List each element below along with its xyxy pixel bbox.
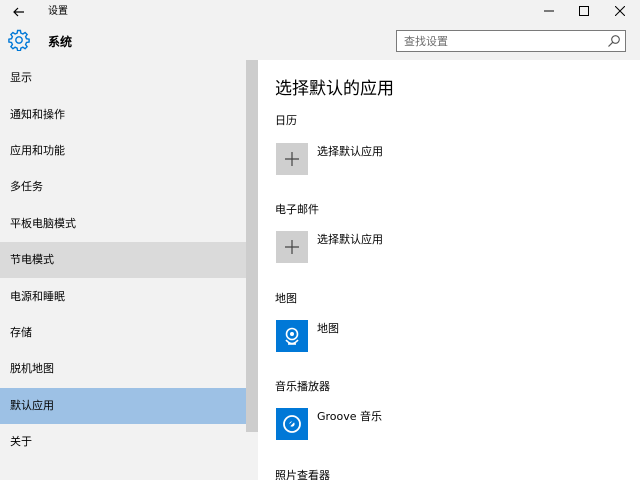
content-title: 选择默认的应用 [275,79,394,99]
search-icon[interactable] [607,34,621,48]
email-app-tile[interactable] [276,231,308,263]
sidebar-item-label: 关于 [10,435,32,448]
section-label-maps: 地图 [275,292,297,305]
sidebar-item-power-sleep[interactable]: 电源和睡眠 [0,279,246,315]
section-label-calendar: 日历 [275,114,297,127]
section-label-email: 电子邮件 [275,203,319,216]
close-icon[interactable] [600,0,640,24]
sidebar-item-label: 多任务 [10,180,43,193]
sidebar-item-label: 节电模式 [10,253,54,266]
sidebar-item-multitasking[interactable]: 多任务 [0,169,246,205]
sidebar-scrollbar[interactable] [246,60,258,432]
plus-icon [285,240,299,254]
sidebar: 显示 通知和操作 应用和功能 多任务 平板电脑模式 节电模式 电源和睡眠 存储 … [0,60,258,480]
window-title: 设置 [48,6,68,17]
sidebar-item-label: 电源和睡眠 [10,290,65,303]
sidebar-item-offline-maps[interactable]: 脱机地图 [0,351,246,387]
sidebar-item-label: 默认应用 [10,399,54,412]
maximize-icon[interactable] [564,0,604,24]
music-app-name[interactable]: Groove 音乐 [317,409,382,425]
back-arrow-icon[interactable] [8,2,30,22]
maps-app-name[interactable]: 地图 [317,321,339,337]
sidebar-item-notifications[interactable]: 通知和操作 [0,97,246,133]
sidebar-item-about[interactable]: 关于 [0,424,246,460]
plus-icon [285,152,299,166]
sidebar-item-label: 平板电脑模式 [10,217,76,230]
gear-icon [8,29,30,51]
sidebar-item-tablet-mode[interactable]: 平板电脑模式 [0,206,246,242]
sidebar-item-label: 存储 [10,326,32,339]
sidebar-item-label: 脱机地图 [10,362,54,375]
sidebar-item-battery-saver[interactable]: 节电模式 [0,242,246,278]
maps-app-tile[interactable] [276,320,308,352]
section-label-photo-viewer: 照片查看器 [275,469,330,480]
section-label-music-player: 音乐播放器 [275,380,330,393]
music-app-tile[interactable] [276,408,308,440]
minimize-icon[interactable] [529,0,569,24]
page-title: 系统 [48,35,73,49]
settings-header: 系统 查找设置 [0,24,640,60]
search-input[interactable]: 查找设置 [396,30,626,52]
maps-icon [285,327,299,345]
sidebar-item-display[interactable]: 显示 [0,60,246,96]
sidebar-item-apps-features[interactable]: 应用和功能 [0,133,246,169]
main-content: 选择默认的应用 日历 选择默认应用 电子邮件 选择默认应用 地图 地图 音乐播放… [258,60,640,480]
calendar-app-name[interactable]: 选择默认应用 [317,144,383,160]
email-app-name[interactable]: 选择默认应用 [317,232,383,248]
calendar-app-tile[interactable] [276,143,308,175]
title-bar: 设置 [0,0,640,24]
sidebar-item-label: 显示 [10,71,32,84]
sidebar-item-storage[interactable]: 存储 [0,315,246,351]
sidebar-item-default-apps[interactable]: 默认应用 [0,388,246,424]
search-placeholder: 查找设置 [404,35,448,48]
sidebar-item-label: 应用和功能 [10,144,65,157]
groove-music-icon [283,415,301,433]
sidebar-item-label: 通知和操作 [10,108,65,121]
